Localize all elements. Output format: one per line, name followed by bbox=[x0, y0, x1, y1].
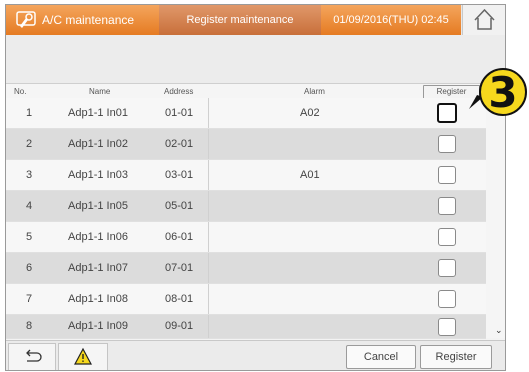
row-name: Adp1-1 In02 bbox=[68, 138, 128, 150]
column-divider bbox=[208, 160, 209, 190]
column-header-address: Address bbox=[164, 87, 194, 96]
row-name: Adp1-1 In06 bbox=[68, 231, 128, 243]
column-divider bbox=[208, 191, 209, 221]
register-checkbox[interactable] bbox=[438, 259, 456, 277]
register-checkbox[interactable] bbox=[438, 197, 456, 215]
column-header-name: Name bbox=[89, 87, 111, 96]
scroll-down-icon[interactable]: ⌄ bbox=[495, 325, 503, 336]
column-header-alarm: Alarm bbox=[304, 87, 325, 96]
column-divider bbox=[208, 315, 209, 338]
app-title: A/C maintenance bbox=[42, 13, 135, 27]
row-address: 06-01 bbox=[165, 231, 194, 243]
row-address: 01-01 bbox=[165, 107, 194, 119]
row-address: 08-01 bbox=[165, 293, 194, 305]
row-name: Adp1-1 In01 bbox=[68, 107, 128, 119]
row-no: 8 bbox=[26, 320, 33, 332]
row-no: 1 bbox=[26, 107, 33, 119]
info-bar bbox=[6, 35, 505, 84]
tab-register-maintenance[interactable]: Register maintenance information bbox=[159, 5, 321, 56]
app-window: A/C maintenance Register maintenance inf… bbox=[5, 4, 506, 371]
row-name: Adp1-1 In08 bbox=[68, 293, 128, 305]
datetime-display: 01/09/2016(THU) 02:45 bbox=[321, 5, 461, 35]
column-divider bbox=[208, 98, 209, 128]
row-alarm: A02 bbox=[300, 107, 320, 119]
row-alarm: A01 bbox=[300, 169, 320, 181]
header-bar: A/C maintenance Register maintenance inf… bbox=[6, 5, 505, 56]
table-row: 4 Adp1-1 In05 05-01 bbox=[6, 191, 486, 222]
table-row: 2 Adp1-1 In02 02-01 bbox=[6, 129, 486, 160]
cancel-button[interactable]: Cancel bbox=[346, 345, 416, 369]
column-divider bbox=[208, 253, 209, 283]
register-checkbox[interactable] bbox=[438, 228, 456, 246]
register-checkbox[interactable] bbox=[437, 103, 457, 123]
warning-icon bbox=[74, 347, 92, 365]
row-name: Adp1-1 In09 bbox=[68, 320, 128, 332]
table-row: 3 Adp1-1 In03 03-01 A01 bbox=[6, 160, 486, 191]
register-button[interactable]: Register bbox=[420, 345, 492, 369]
row-no: 7 bbox=[26, 293, 33, 305]
row-name: Adp1-1 In05 bbox=[68, 200, 128, 212]
column-divider bbox=[208, 222, 209, 252]
step-callout-badge: 3 bbox=[479, 68, 527, 117]
row-address: 05-01 bbox=[165, 200, 194, 212]
table-row: 6 Adp1-1 In07 07-01 bbox=[6, 253, 486, 284]
footer-bar: Cancel Register bbox=[6, 340, 505, 370]
back-button[interactable] bbox=[8, 343, 56, 370]
app-title-area: A/C maintenance bbox=[6, 5, 159, 35]
table-row: 7 Adp1-1 In08 08-01 bbox=[6, 284, 486, 315]
row-no: 5 bbox=[26, 231, 33, 243]
table-row: 5 Adp1-1 In06 06-01 bbox=[6, 222, 486, 253]
row-name: Adp1-1 In07 bbox=[68, 262, 128, 274]
row-no: 6 bbox=[26, 262, 33, 274]
column-divider bbox=[208, 284, 209, 314]
wrench-icon bbox=[16, 11, 36, 28]
row-no: 2 bbox=[26, 138, 33, 150]
row-no: 3 bbox=[26, 169, 33, 181]
row-address: 02-01 bbox=[165, 138, 194, 150]
table-row: 1 Adp1-1 In01 01-01 A02 bbox=[6, 98, 486, 129]
back-arrow-icon bbox=[26, 349, 42, 362]
register-checkbox[interactable] bbox=[438, 290, 456, 308]
row-name: Adp1-1 In03 bbox=[68, 169, 128, 181]
warning-button[interactable] bbox=[58, 343, 108, 370]
register-checkbox[interactable] bbox=[438, 318, 456, 336]
row-address: 03-01 bbox=[165, 169, 194, 181]
register-checkbox[interactable] bbox=[438, 166, 456, 184]
table-row: 8 Adp1-1 In09 09-01 bbox=[6, 315, 486, 339]
unit-table: No. Name Address Alarm Register 1 Adp1-1… bbox=[6, 84, 505, 339]
column-divider bbox=[208, 129, 209, 159]
register-checkbox[interactable] bbox=[438, 135, 456, 153]
home-button[interactable] bbox=[462, 5, 505, 35]
table-header: No. Name Address Alarm Register bbox=[6, 84, 505, 99]
home-icon bbox=[474, 8, 495, 30]
row-address: 07-01 bbox=[165, 262, 194, 274]
step-number: 3 bbox=[488, 68, 518, 117]
column-header-no: No. bbox=[14, 87, 27, 96]
row-no: 4 bbox=[26, 200, 33, 212]
row-address: 09-01 bbox=[165, 320, 194, 332]
